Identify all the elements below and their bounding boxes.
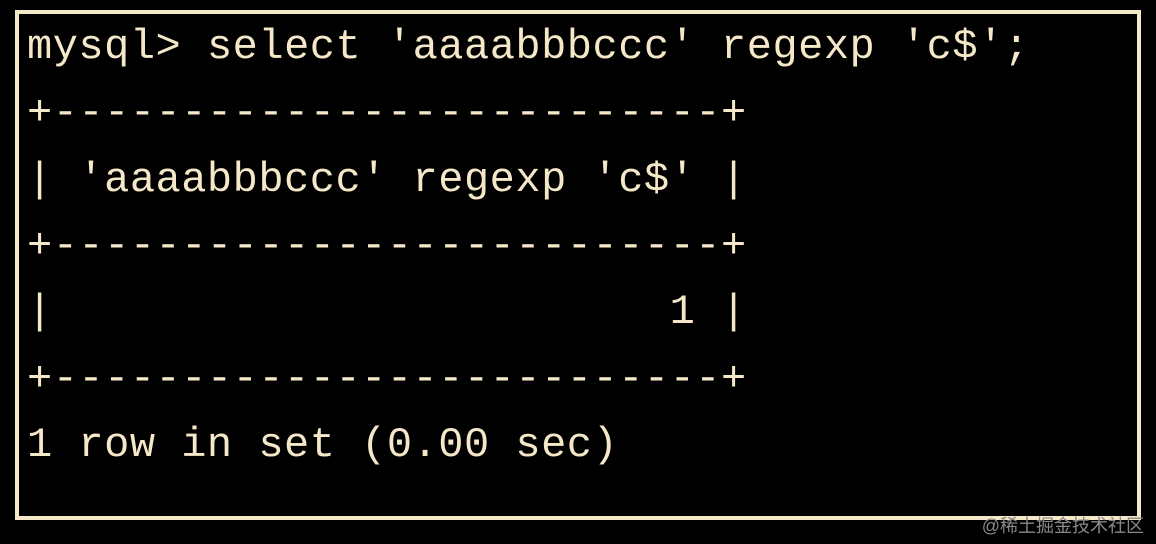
table-data-row: | 1 |	[27, 288, 747, 336]
table-border-top: +--------------------------+	[27, 89, 747, 137]
table-border-mid: +--------------------------+	[27, 222, 747, 270]
mysql-terminal-output: mysql> select 'aaaabbbccc' regexp 'c$'; …	[15, 10, 1141, 520]
watermark-text: @稀土掘金技术社区	[982, 512, 1144, 538]
table-border-bottom: +--------------------------+	[27, 355, 747, 403]
result-footer: 1 row in set (0.00 sec)	[27, 421, 618, 469]
prompt: mysql>	[27, 23, 181, 71]
table-header-row: | 'aaaabbbccc' regexp 'c$' |	[27, 156, 747, 204]
sql-command: select 'aaaabbbccc' regexp 'c$';	[207, 23, 1030, 71]
